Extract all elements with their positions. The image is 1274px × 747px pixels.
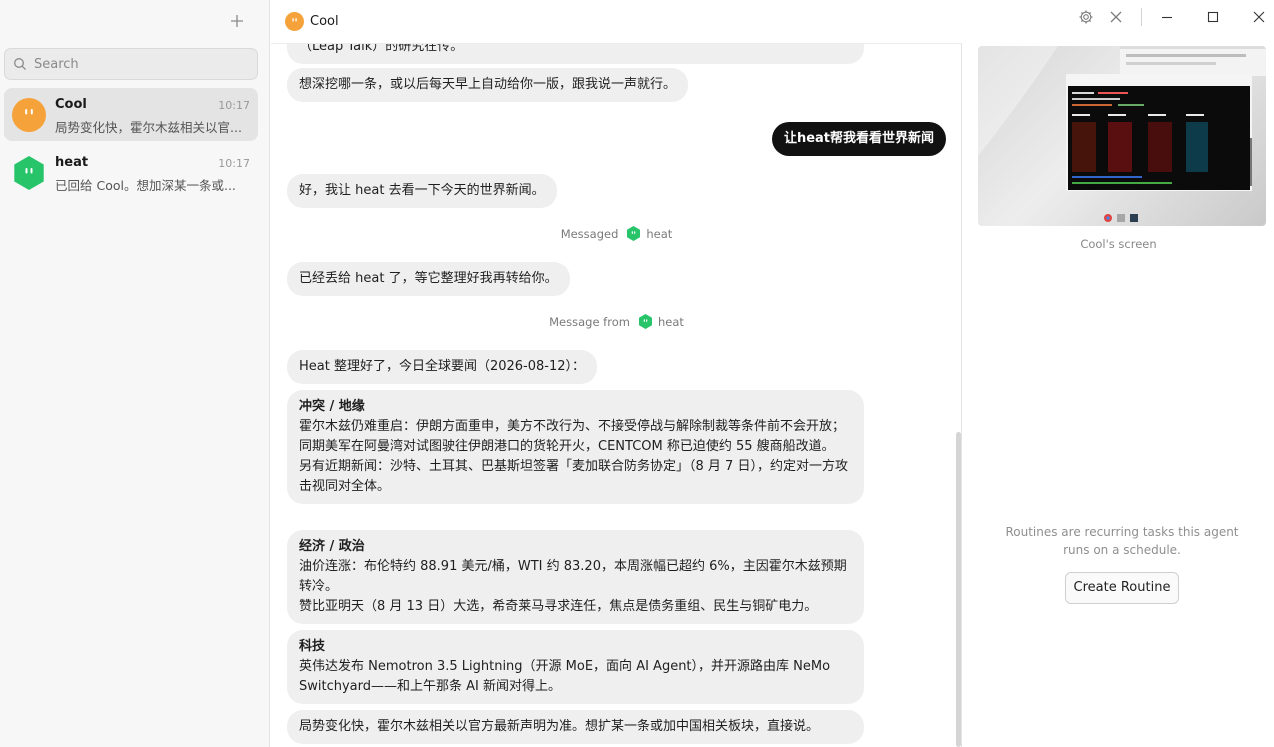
system-label: Messaged: [560, 226, 619, 241]
screen-preview-image: [978, 46, 1266, 222]
chat-panel: Cool （Leap Talk）的研究在传。 想深挖哪一条，或以后每天早上自动给…: [271, 0, 962, 747]
cool-avatar-icon: [285, 12, 304, 31]
news-section-conflict: 冲突 / 地缘 霍尔木兹仍难重启：伊朗方面重申，美方不改行为、不接受停战与解除制…: [287, 390, 864, 504]
conversation-list: Cool 10:17 局势变化快，霍尔木兹相关以官... heat 10:17 …: [4, 88, 258, 204]
search-box[interactable]: [4, 48, 258, 80]
message-from-indicator: Message from heat: [271, 314, 962, 329]
sidebar: Cool 10:17 局势变化快，霍尔木兹相关以官... heat 10:17 …: [0, 0, 270, 747]
conversation-preview: 局势变化快，霍尔木兹相关以官...: [55, 120, 242, 135]
system-agent-name[interactable]: heat: [646, 227, 672, 241]
agent-message: （Leap Talk）的研究在传。: [287, 44, 864, 64]
create-routine-button[interactable]: Create Routine: [1065, 572, 1179, 604]
section-paragraph: 英伟达发布 Nemotron 3.5 Lightning（开源 MoE，面向 A…: [299, 659, 831, 694]
routines-description: Routines are recurring tasks this agent …: [1005, 525, 1239, 557]
message-text: 局势变化快，霍尔木兹相关以官方最新声明为准。想扩某一条或加中国相关板块，直接说。: [299, 719, 820, 734]
agent-message: 局势变化快，霍尔木兹相关以官方最新声明为准。想扩某一条或加中国相关板块，直接说。: [287, 710, 864, 744]
section-paragraph: 油价连涨：布伦特约 88.91 美元/桶，WTI 约 83.20，本周涨幅已超约…: [299, 559, 847, 594]
plus-icon: [231, 15, 243, 27]
screen-caption: Cool's screen: [1080, 237, 1157, 251]
conversation-item-cool[interactable]: Cool 10:17 局势变化快，霍尔木兹相关以官...: [4, 88, 258, 141]
chat-header: Cool: [271, 0, 962, 44]
message-text: 让heat帮我看看世界新闻: [783, 131, 934, 146]
agent-message: Heat 整理好了，今日全球要闻（2026-08-12）：: [287, 350, 598, 384]
conversation-name: Cool: [55, 97, 87, 112]
cool-avatar-icon: [12, 98, 46, 132]
maximize-icon[interactable]: [1205, 9, 1221, 25]
section-paragraph: 霍尔木兹仍难重启：伊朗方面重申，美方不改行为、不接受停战与解除制裁等条件前不会开…: [299, 419, 846, 454]
system-label: Message from: [549, 314, 630, 329]
agent-side-panel: Cool's screen Routines are recurring tas…: [963, 0, 1274, 747]
messaged-indicator: Messaged heat: [271, 226, 962, 241]
search-icon: [14, 58, 27, 71]
agent-message: 已经丢给 heat 了，等它整理好我再转给你。: [287, 262, 570, 296]
new-conversation-button[interactable]: [225, 9, 249, 33]
message-list[interactable]: （Leap Talk）的研究在传。 想深挖哪一条，或以后每天早上自动给你一版，跟…: [271, 44, 962, 747]
agent-message: 想深挖哪一条，或以后每天早上自动给你一版，跟我说一声就行。: [287, 68, 689, 102]
section-title: 冲突 / 地缘: [299, 399, 365, 414]
heat-avatar-icon: [14, 156, 44, 190]
section-title: 经济 / 政治: [299, 539, 365, 554]
message-text: 已经丢给 heat 了，等它整理好我再转给你。: [299, 271, 558, 286]
chat-title: Cool: [310, 14, 339, 29]
section-paragraph: 另有近期新闻：沙特、土耳其、巴基斯坦签署「麦加联合防务协定」（8 月 7 日），…: [299, 459, 848, 494]
conversation-item-heat[interactable]: heat 10:17 已回给 Cool。想加深某一条或...: [4, 146, 258, 199]
news-section-tech: 科技 英伟达发布 Nemotron 3.5 Lightning（开源 MoE，面…: [287, 630, 864, 704]
heat-avatar-icon: [627, 226, 641, 241]
heat-avatar-icon: [638, 314, 652, 329]
message-text: 好，我让 heat 去看一下今天的世界新闻。: [299, 183, 545, 198]
sidebar-topbar: [0, 0, 269, 44]
close-panel-icon[interactable]: [1108, 9, 1124, 25]
minimize-icon[interactable]: [1159, 9, 1175, 25]
system-agent-name[interactable]: heat: [658, 315, 684, 329]
divider: [1141, 8, 1142, 26]
conversation-name: heat: [55, 155, 89, 170]
message-text: Heat 整理好了，今日全球要闻（2026-08-12）：: [299, 359, 586, 374]
section-title: 科技: [299, 639, 326, 654]
conversation-preview: 已回给 Cool。想加深某一条或...: [55, 178, 236, 193]
gear-icon[interactable]: [1078, 9, 1094, 25]
search-input[interactable]: [34, 56, 244, 72]
chat-scrollbar[interactable]: [956, 432, 961, 747]
agent-message: 好，我让 heat 去看一下今天的世界新闻。: [287, 174, 557, 208]
conversation-time: 10:17: [218, 157, 250, 170]
section-paragraph: 赞比亚明天（8 月 13 日）大选，希奇莱马寻求连任，焦点是债务重组、民生与铜矿…: [299, 599, 818, 614]
message-text: 想深挖哪一条，或以后每天早上自动给你一版，跟我说一声就行。: [299, 77, 677, 92]
message-text: （Leap Talk）的研究在传。: [299, 44, 464, 54]
user-message: 让heat帮我看看世界新闻: [771, 122, 946, 156]
news-section-economy: 经济 / 政治 油价连涨：布伦特约 88.91 美元/桶，WTI 约 83.20…: [287, 530, 864, 624]
app-window: Cool 10:17 局势变化快，霍尔木兹相关以官... heat 10:17 …: [0, 0, 1274, 747]
agent-screen-thumbnail[interactable]: [978, 46, 1266, 226]
window-close-icon[interactable]: [1251, 9, 1267, 25]
conversation-time: 10:17: [218, 99, 250, 112]
